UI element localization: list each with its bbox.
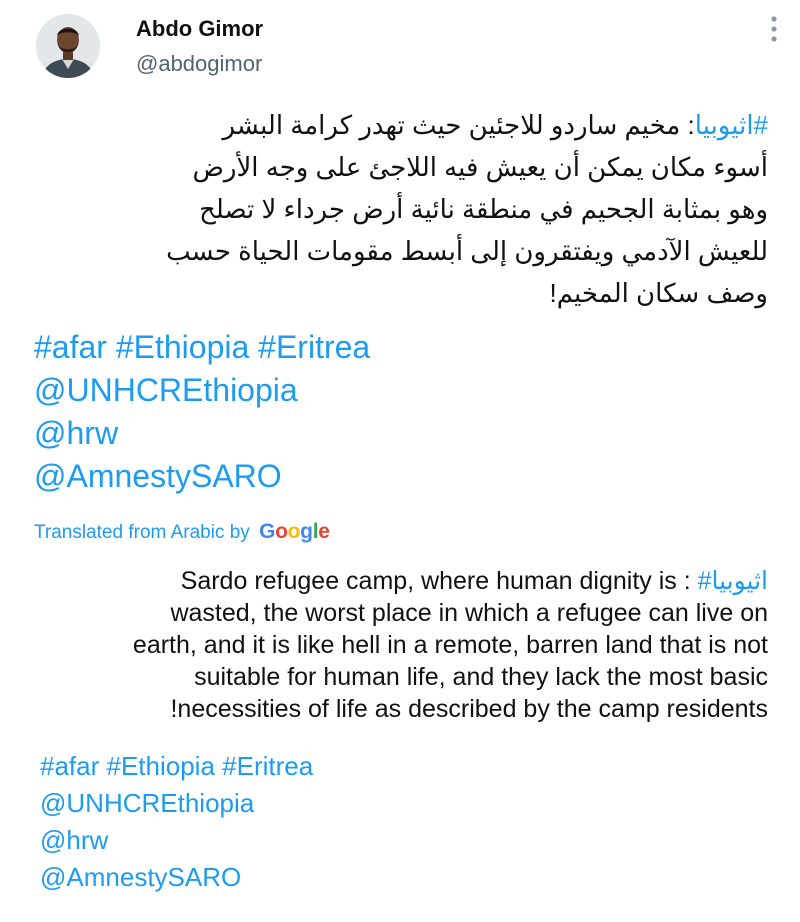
hashtag-ethiopia-arabic[interactable]: #اثيوبيا: [695, 110, 768, 140]
translated-hashtag-eritrea[interactable]: #Eritrea: [222, 751, 313, 781]
translated-line-5: !necessities of life as described by the…: [170, 695, 768, 723]
avatar-photo: [36, 14, 100, 78]
tweet-tags: #afar #Ethiopia #Eritrea @UNHCREthiopia …: [34, 326, 370, 498]
arabic-line-1: #اثيوبيا: مخيم ساردو للاجئين حيث تهدر كر…: [40, 104, 768, 146]
mention-unhcr[interactable]: @UNHCREthiopia: [34, 369, 370, 412]
hashtag-ethiopia-arabic-translated[interactable]: #اثيوبيا: [698, 567, 768, 595]
hashtag-eritrea[interactable]: #Eritrea: [258, 329, 370, 365]
google-logo: Google: [259, 520, 330, 543]
translation-label: Translated from Arabic by: [34, 522, 250, 543]
translated-tags: #afar #Ethiopia #Eritrea @UNHCREthiopia …: [40, 748, 313, 896]
translated-line-1-text: Sardo refugee camp, where human dignity …: [180, 567, 698, 595]
translated-line-1: Sardo refugee camp, where human dignity …: [40, 565, 768, 597]
author-handle[interactable]: @abdogimor: [136, 51, 262, 77]
translated-line-4: suitable for human life, and they lack t…: [194, 663, 768, 691]
translated-hashtag-afar[interactable]: #afar: [40, 751, 99, 781]
author-name[interactable]: Abdo Gimor: [136, 16, 263, 42]
hashtag-row: #afar #Ethiopia #Eritrea: [34, 326, 370, 369]
translated-mention-hrw[interactable]: @hrw: [40, 822, 313, 859]
translated-line-3: earth, and it is like hell in a remote, …: [132, 631, 768, 659]
translated-mention-amnesty[interactable]: @AmnestySARO: [40, 859, 313, 896]
translated-mention-unhcr[interactable]: @UNHCREthiopia: [40, 785, 313, 822]
arabic-line-5: وصف سكان المخيم!: [549, 278, 769, 308]
translated-hashtag-row: #afar #Ethiopia #Eritrea: [40, 748, 313, 785]
arabic-line-1-text: : مخيم ساردو للاجئين حيث تهدر كرامة البش…: [222, 110, 695, 140]
arabic-line-2: أسوء مكان يمكن أن يعيش فيه اللاجئ على وج…: [192, 152, 768, 182]
arabic-line-3: وهو بمثابة الجحيم في منطقة نائية أرض جرد…: [199, 194, 768, 224]
translated-hashtag-ethiopia[interactable]: #Ethiopia: [107, 751, 215, 781]
hashtag-afar[interactable]: #afar: [34, 329, 107, 365]
tweet-text-arabic: #اثيوبيا: مخيم ساردو للاجئين حيث تهدر كر…: [40, 104, 768, 314]
tweet-text-translated: Sardo refugee camp, where human dignity …: [40, 565, 768, 725]
arabic-line-4: للعيش الآدمي ويفتقرون إلى أبسط مقومات ال…: [166, 236, 768, 266]
mention-hrw[interactable]: @hrw: [34, 412, 370, 455]
mention-amnesty[interactable]: @AmnestySARO: [34, 455, 370, 498]
translated-line-2: wasted, the worst place in which a refug…: [170, 599, 768, 627]
more-options-icon[interactable]: [766, 14, 782, 44]
hashtag-ethiopia[interactable]: #Ethiopia: [116, 329, 249, 365]
avatar[interactable]: [36, 14, 100, 78]
translation-attribution[interactable]: Translated from Arabic by Google: [34, 520, 330, 544]
